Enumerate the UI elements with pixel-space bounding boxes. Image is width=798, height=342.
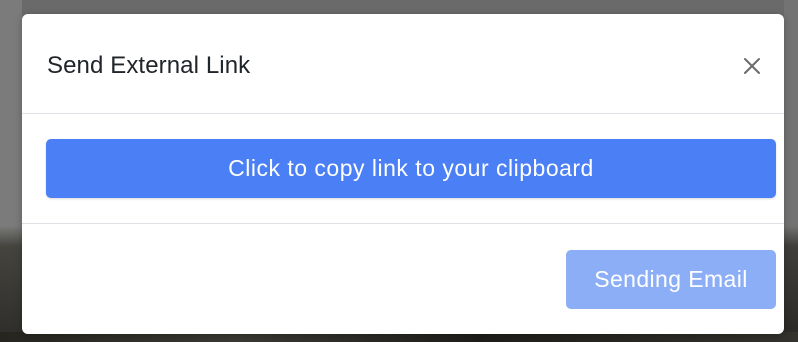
send-external-link-modal: Send External Link Click to copy link to… <box>22 14 784 334</box>
close-button[interactable] <box>738 52 766 80</box>
copy-link-button[interactable]: Click to copy link to your clipboard <box>46 139 776 198</box>
backdrop-right-edge <box>784 0 798 342</box>
modal-footer: Sending Email <box>22 224 784 334</box>
modal-title: Send External Link <box>47 52 251 79</box>
modal-body: Click to copy link to your clipboard <box>22 114 784 224</box>
sending-email-button[interactable]: Sending Email <box>566 250 776 309</box>
modal-header: Send External Link <box>22 14 784 114</box>
close-icon <box>744 58 760 74</box>
backdrop-left-edge <box>0 0 22 342</box>
